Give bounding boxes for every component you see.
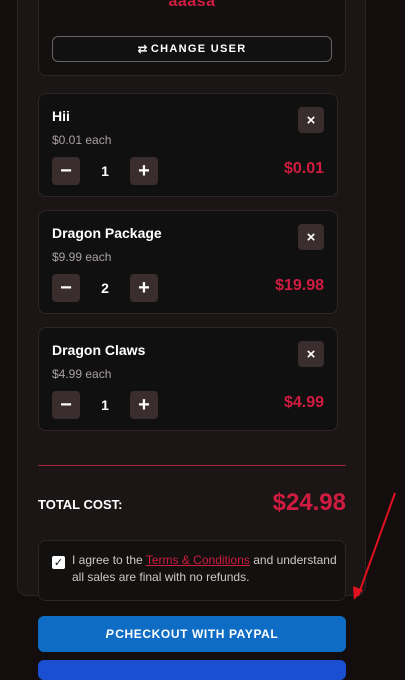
checkout-card-button[interactable] — [38, 660, 346, 680]
terms-text-before: I agree to the — [72, 553, 146, 567]
plus-icon: + — [138, 160, 150, 182]
change-user-label: CHANGE USER — [150, 43, 247, 55]
item-total: $0.01 — [283, 160, 324, 177]
quantity-value: 1 — [101, 397, 109, 413]
minus-icon: − — [60, 394, 72, 416]
arrow-line — [357, 492, 396, 597]
item-name: Dragon Claws — [52, 342, 146, 358]
minus-icon: − — [60, 277, 72, 299]
terms-text: I agree to the Terms & Conditions and un… — [72, 552, 337, 586]
item-unit-price: $0.01 each — [52, 133, 112, 147]
item-total: $4.99 — [283, 394, 324, 411]
close-icon: × — [306, 345, 316, 363]
remove-item-button[interactable]: × — [298, 224, 324, 250]
increase-quantity-button[interactable]: + — [130, 274, 158, 302]
remove-item-button[interactable]: × — [298, 341, 324, 367]
swap-arrows-icon: ⇄ — [137, 42, 149, 56]
change-user-button[interactable]: ⇄ CHANGE USER — [52, 36, 332, 62]
red-arrow-annotation — [353, 492, 396, 600]
paypal-icon: P — [105, 627, 115, 641]
checkout-paypal-button[interactable]: P CHECKOUT WITH PAYPAL — [38, 616, 346, 652]
close-icon: × — [306, 111, 316, 129]
terms-link[interactable]: Terms & Conditions — [146, 553, 250, 567]
cart-item: Dragon Package $9.99 each × − 2 + $19.98 — [38, 210, 338, 314]
username: aaasa — [168, 0, 216, 10]
checkmark-icon: ✓ — [53, 557, 64, 569]
quantity-value: 2 — [101, 280, 109, 296]
cart-item: Hii $0.01 each × − 1 + $0.01 — [38, 93, 338, 197]
minus-icon: − — [60, 160, 72, 182]
close-icon: × — [306, 228, 316, 246]
increase-quantity-button[interactable]: + — [130, 157, 158, 185]
remove-item-button[interactable]: × — [298, 107, 324, 133]
plus-icon: + — [138, 394, 150, 416]
terms-agreement: ✓ I agree to the Terms & Conditions and … — [38, 540, 346, 601]
user-box: aaasa ⇄ CHANGE USER — [38, 0, 346, 76]
decrease-quantity-button[interactable]: − — [52, 157, 80, 185]
quantity-value: 1 — [101, 163, 109, 179]
decrease-quantity-button[interactable]: − — [52, 391, 80, 419]
cart-item: Dragon Claws $4.99 each × − 1 + $4.99 — [38, 327, 338, 431]
terms-checkbox[interactable]: ✓ — [52, 556, 65, 569]
increase-quantity-button[interactable]: + — [130, 391, 158, 419]
divider — [38, 465, 346, 466]
total-cost-label: TOTAL COST: — [38, 497, 123, 512]
plus-icon: + — [138, 277, 150, 299]
checkout-paypal-label: CHECKOUT WITH PAYPAL — [115, 627, 279, 641]
item-unit-price: $4.99 each — [52, 367, 112, 381]
item-unit-price: $9.99 each — [52, 250, 112, 264]
total-cost-value: $24.98 — [272, 489, 346, 516]
item-total: $19.98 — [275, 277, 324, 294]
item-name: Hii — [52, 108, 70, 124]
item-name: Dragon Package — [52, 225, 162, 241]
decrease-quantity-button[interactable]: − — [52, 274, 80, 302]
